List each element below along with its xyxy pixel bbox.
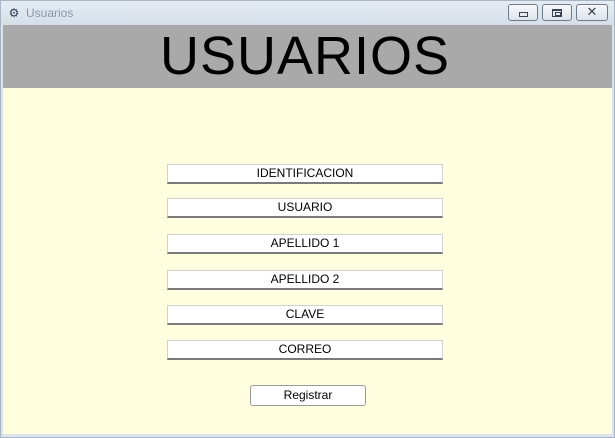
usuario-field[interactable]: USUARIO <box>167 198 443 218</box>
app-window: ⚙ Usuarios ✕ USUARIOS IDENTIFICACION USU… <box>0 0 615 438</box>
minimize-icon <box>518 11 528 17</box>
app-icon: ⚙ <box>8 6 20 20</box>
apellido2-field[interactable]: APELLIDO 2 <box>167 270 443 290</box>
header-banner: USUARIOS <box>3 25 612 88</box>
form-area: USUARIOS IDENTIFICACION USUARIO APELLIDO… <box>3 25 612 434</box>
correo-field[interactable]: CORREO <box>167 340 443 360</box>
minimize-button[interactable] <box>508 4 538 21</box>
identificacion-field[interactable]: IDENTIFICACION <box>167 164 443 184</box>
apellido1-field[interactable]: APELLIDO 1 <box>167 234 443 254</box>
maximize-icon <box>552 8 562 17</box>
close-button[interactable]: ✕ <box>576 4 608 21</box>
close-icon: ✕ <box>586 5 598 20</box>
page-title: USUARIOS <box>159 26 451 86</box>
registrar-button[interactable]: Registrar <box>250 385 366 406</box>
title-bar[interactable]: ⚙ Usuarios ✕ <box>1 1 614 25</box>
clave-field[interactable]: CLAVE <box>167 305 443 325</box>
window-title: Usuarios <box>26 6 74 20</box>
maximize-button[interactable] <box>542 4 572 21</box>
